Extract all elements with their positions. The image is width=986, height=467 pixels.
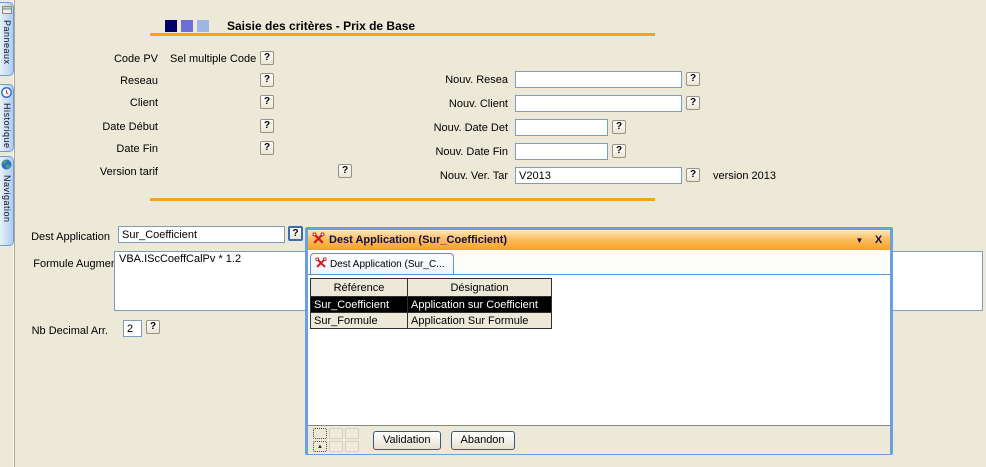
title-square-dark [165, 20, 177, 32]
field-label-date-fin: Date Fin [18, 142, 158, 156]
header-rule [150, 33, 655, 36]
nouv-reseau-input[interactable] [515, 71, 682, 88]
help-button-reseau[interactable]: ? [260, 73, 274, 87]
field-label-nouv-ver-tarif: Nouv. Ver. Tar [370, 169, 508, 183]
record-nav-button-disabled[interactable] [329, 441, 343, 452]
cell-reference[interactable]: Sur_Coefficient [311, 297, 408, 313]
crossed-tools-icon [312, 232, 325, 248]
popup-button-bar: ▲ Validation Abandon [308, 426, 890, 454]
title-square-medium [181, 20, 193, 32]
popup-title: Dest Application (Sur_Coefficient) [329, 234, 848, 246]
field-label-date-debut: Date Début [18, 120, 158, 134]
sidebar-tab-label: Panneaux [1, 20, 12, 65]
record-nav-button-disabled[interactable] [345, 441, 359, 452]
column-header-designation: Désignation [408, 279, 552, 297]
panel-icon [2, 5, 12, 18]
popup-titlebar[interactable]: Dest Application (Sur_Coefficient) ▼ X [308, 230, 890, 250]
nb-decimal-input[interactable] [123, 320, 142, 337]
crossed-tools-icon [315, 257, 327, 272]
help-button-nouv-reseau[interactable]: ? [686, 72, 700, 86]
page-title: Saisie des critères - Prix de Base [227, 19, 415, 33]
field-label-dest-application: Dest Application [18, 230, 110, 244]
field-label-nouv-date-fin: Nouv. Date Fin [370, 145, 508, 159]
field-label-formule-augmen: Formule Augmen [18, 257, 117, 271]
table-row[interactable]: Sur_Formule Application Sur Formule [311, 313, 552, 329]
help-button-code-pv[interactable]: ? [260, 51, 274, 65]
cell-reference[interactable]: Sur_Formule [311, 313, 408, 329]
table-header-row: Référence Désignation [311, 279, 552, 297]
reference-table: Référence Désignation Sur_Coefficient Ap… [310, 278, 552, 329]
record-nav-buttons: ▲ [313, 428, 359, 452]
record-nav-button[interactable] [313, 428, 327, 439]
record-nav-button-disabled[interactable] [345, 428, 359, 439]
close-icon[interactable]: X [871, 234, 886, 246]
history-clock-icon [1, 87, 12, 101]
help-button-nouv-client[interactable]: ? [686, 96, 700, 110]
record-nav-button-disabled[interactable] [329, 428, 343, 439]
cell-designation[interactable]: Application Sur Formule [408, 313, 552, 329]
field-label-reseau: Reseau [18, 74, 158, 88]
help-button-nouv-date-debut[interactable]: ? [612, 120, 626, 134]
field-note-sel-multiple-code: Sel multiple Code [170, 52, 256, 66]
popup-tab-label: Dest Application (Sur_C... [330, 259, 445, 270]
abandon-button[interactable]: Abandon [451, 431, 515, 450]
popup-list-area: Référence Désignation Sur_Coefficient Ap… [308, 275, 890, 426]
version-note: version 2013 [713, 170, 776, 182]
sidebar-tab-historique[interactable]: Historique [0, 84, 14, 152]
sidebar-tab-navigation[interactable]: Navigation [0, 156, 14, 246]
table-row[interactable]: Sur_Coefficient Application sur Coeffici… [311, 297, 552, 313]
field-label-code-pv: Code PV [18, 52, 158, 66]
nouv-date-fin-input[interactable] [515, 143, 608, 160]
dest-application-popup-window: Dest Application (Sur_Coefficient) ▼ X D… [305, 227, 893, 455]
validation-button[interactable]: Validation [373, 431, 441, 450]
help-button-dest-application[interactable]: ? [288, 226, 303, 241]
help-button-client[interactable]: ? [260, 95, 274, 109]
help-button-version-tarif[interactable]: ? [338, 164, 352, 178]
cell-designation[interactable]: Application sur Coefficient [408, 297, 552, 313]
popup-tab-dest-application[interactable]: Dest Application (Sur_C... [310, 253, 454, 274]
help-button-nouv-ver-tarif[interactable]: ? [686, 168, 700, 182]
sidebar-tab-label: Navigation [1, 175, 12, 223]
help-button-date-debut[interactable]: ? [260, 119, 274, 133]
dest-application-input[interactable] [118, 226, 285, 243]
field-label-version-tarif: Version tarif [18, 165, 158, 179]
help-button-nouv-date-fin[interactable]: ? [612, 144, 626, 158]
nouv-ver-tarif-input[interactable] [515, 167, 682, 184]
record-nav-up-button[interactable]: ▲ [313, 441, 327, 452]
help-button-date-fin[interactable]: ? [260, 141, 274, 155]
nouv-client-input[interactable] [515, 95, 682, 112]
title-square-light [197, 20, 209, 32]
field-label-nouv-client: Nouv. Client [370, 97, 508, 111]
globe-icon [1, 159, 12, 173]
help-button-nb-decimal[interactable]: ? [146, 320, 160, 334]
sidebar-tab-label: Historique [1, 103, 12, 149]
popup-tab-row: Dest Application (Sur_C... [308, 250, 890, 275]
column-header-reference: Référence [311, 279, 408, 297]
field-label-client: Client [18, 96, 158, 110]
sidebar-tab-panneaux[interactable]: Panneaux [0, 2, 14, 76]
window-menu-button[interactable]: ▼ [852, 236, 867, 245]
nouv-date-debut-input[interactable] [515, 119, 608, 136]
section-rule [150, 198, 655, 201]
field-label-nouv-date-debut: Nouv. Date Det [370, 121, 508, 135]
field-label-nouv-reseau: Nouv. Resea [370, 73, 508, 87]
field-label-nb-decimal: Nb Decimal Arr. [18, 324, 108, 338]
